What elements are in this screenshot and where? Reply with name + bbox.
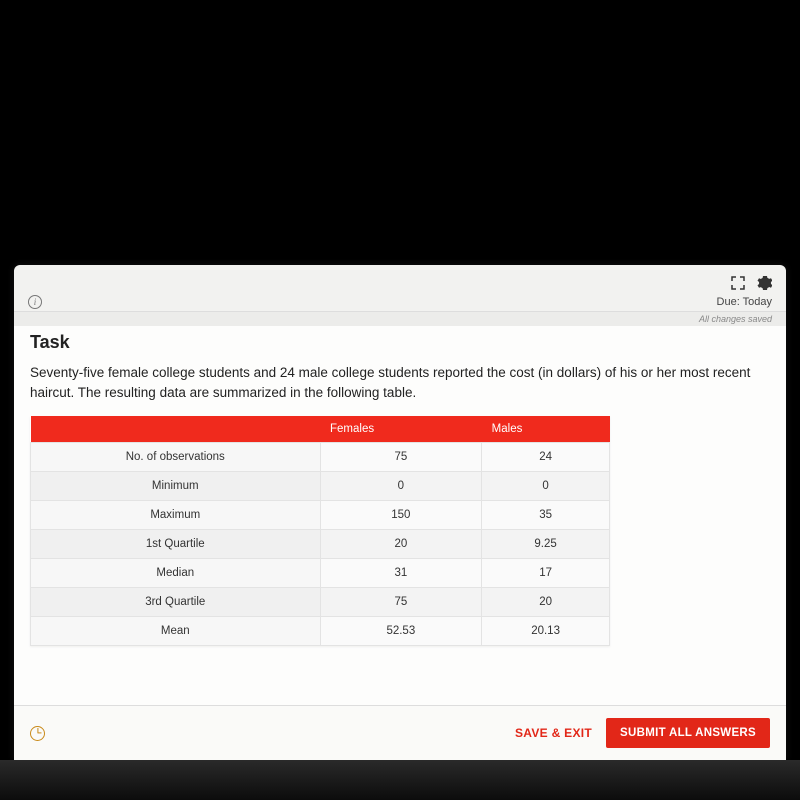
row-label: Minimum <box>31 472 321 501</box>
cell-value: 35 <box>482 501 610 530</box>
table-row: Maximum 150 35 <box>31 501 610 530</box>
info-icon[interactable]: i <box>28 295 42 309</box>
table-row: Median 31 17 <box>31 559 610 588</box>
info-bar: i Due: Today <box>14 295 786 311</box>
cell-value: 75 <box>320 443 482 472</box>
row-label: Maximum <box>31 501 321 530</box>
row-label: Median <box>31 559 321 588</box>
table-header-row: Females Males <box>31 416 610 443</box>
due-label: Due: Today <box>717 296 772 308</box>
gear-icon[interactable] <box>756 275 772 291</box>
laptop-base <box>0 760 800 800</box>
window-toolbar <box>14 265 786 295</box>
save-exit-button[interactable]: SAVE & EXIT <box>515 726 592 740</box>
task-heading: Task <box>30 332 770 353</box>
cell-value: 17 <box>482 559 610 588</box>
task-prompt: Seventy-five female college students and… <box>30 363 770 402</box>
row-label: No. of observations <box>31 443 321 472</box>
cell-value: 20 <box>482 588 610 617</box>
cell-value: 150 <box>320 501 482 530</box>
table-row: No. of observations 75 24 <box>31 443 610 472</box>
table-row: Minimum 0 0 <box>31 472 610 501</box>
summary-table: Females Males No. of observations 75 24 … <box>30 416 610 646</box>
table-row: 1st Quartile 20 9.25 <box>31 530 610 559</box>
footer-actions: SAVE & EXIT SUBMIT ALL ANSWERS <box>515 718 770 748</box>
row-label: 1st Quartile <box>31 530 321 559</box>
cell-value: 0 <box>320 472 482 501</box>
submit-all-button[interactable]: SUBMIT ALL ANSWERS <box>606 718 770 748</box>
cell-value: 75 <box>320 588 482 617</box>
cell-value: 20.13 <box>482 617 610 646</box>
row-label: 3rd Quartile <box>31 588 321 617</box>
col-males: Males <box>482 416 610 443</box>
clock-icon[interactable] <box>30 726 45 741</box>
row-label: Mean <box>31 617 321 646</box>
cell-value: 0 <box>482 472 610 501</box>
autosave-status: All changes saved <box>14 311 786 326</box>
table-row: 3rd Quartile 75 20 <box>31 588 610 617</box>
main-content: Task Seventy-five female college student… <box>14 326 786 705</box>
cell-value: 9.25 <box>482 530 610 559</box>
cell-value: 31 <box>320 559 482 588</box>
cell-value: 24 <box>482 443 610 472</box>
footer-bar: SAVE & EXIT SUBMIT ALL ANSWERS <box>14 705 786 760</box>
fullscreen-icon[interactable] <box>730 275 746 291</box>
col-females: Females <box>320 416 482 443</box>
cell-value: 52.53 <box>320 617 482 646</box>
cell-value: 20 <box>320 530 482 559</box>
app-window: i Due: Today All changes saved Task Seve… <box>14 265 786 760</box>
table-row: Mean 52.53 20.13 <box>31 617 610 646</box>
col-blank <box>31 416 321 443</box>
